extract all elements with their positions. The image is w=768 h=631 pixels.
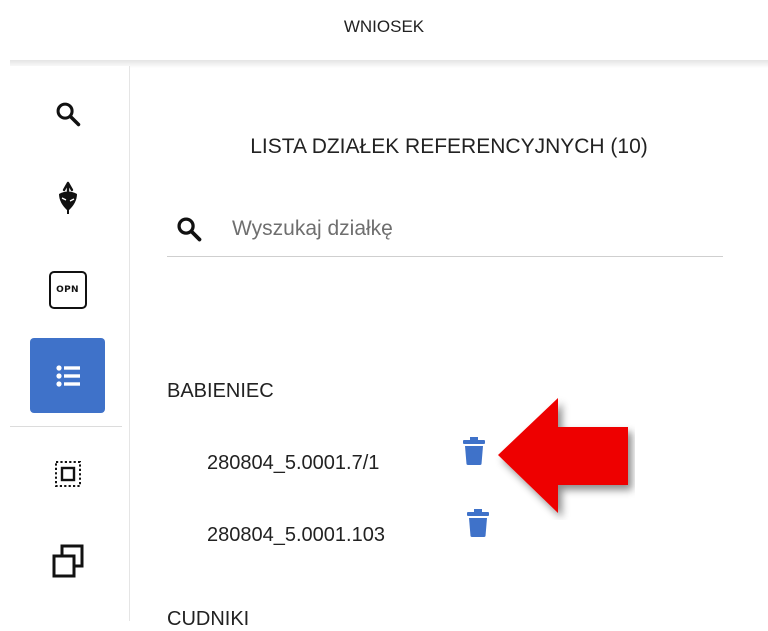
- parcel-item[interactable]: 280804_5.0001.7/1: [207, 452, 379, 475]
- copy-icon: [52, 544, 83, 577]
- parcel-item[interactable]: 280804_5.0001.103: [207, 524, 385, 547]
- sidebar-divider: [10, 426, 122, 427]
- trash-icon: [463, 437, 485, 465]
- group-label-cudniki: CUDNIKI: [167, 608, 250, 630]
- beet-icon: [58, 181, 77, 214]
- sidebar-copy-button[interactable]: [30, 523, 105, 598]
- top-bar: WNIOSEK: [0, 0, 768, 60]
- select-dotted-icon: [54, 460, 81, 487]
- sidebar-parcel-list-button[interactable]: [30, 338, 105, 413]
- parcel-search: [167, 205, 723, 257]
- search-icon: [177, 217, 202, 242]
- search-icon: [56, 102, 80, 126]
- delete-parcel-button[interactable]: [467, 509, 489, 542]
- sidebar: OPN: [10, 66, 130, 621]
- red-arrow-annotation: [498, 398, 628, 513]
- trash-icon: [467, 509, 489, 537]
- panel-title: LISTA DZIAŁEK REFERENCYJNYCH (10): [250, 135, 648, 158]
- app-title: WNIOSEK: [343, 17, 425, 36]
- opn-icon: OPN: [48, 270, 87, 309]
- parcel-search-input[interactable]: [230, 205, 714, 253]
- sidebar-crops-button[interactable]: [30, 160, 105, 235]
- group-label-babieniec: BABIENIEC: [167, 380, 274, 402]
- list-icon: [55, 364, 80, 387]
- delete-parcel-button[interactable]: [463, 437, 485, 470]
- sidebar-select-area-button[interactable]: [30, 436, 105, 511]
- sidebar-search-button[interactable]: [30, 76, 105, 151]
- sidebar-opn-button[interactable]: OPN: [30, 252, 105, 327]
